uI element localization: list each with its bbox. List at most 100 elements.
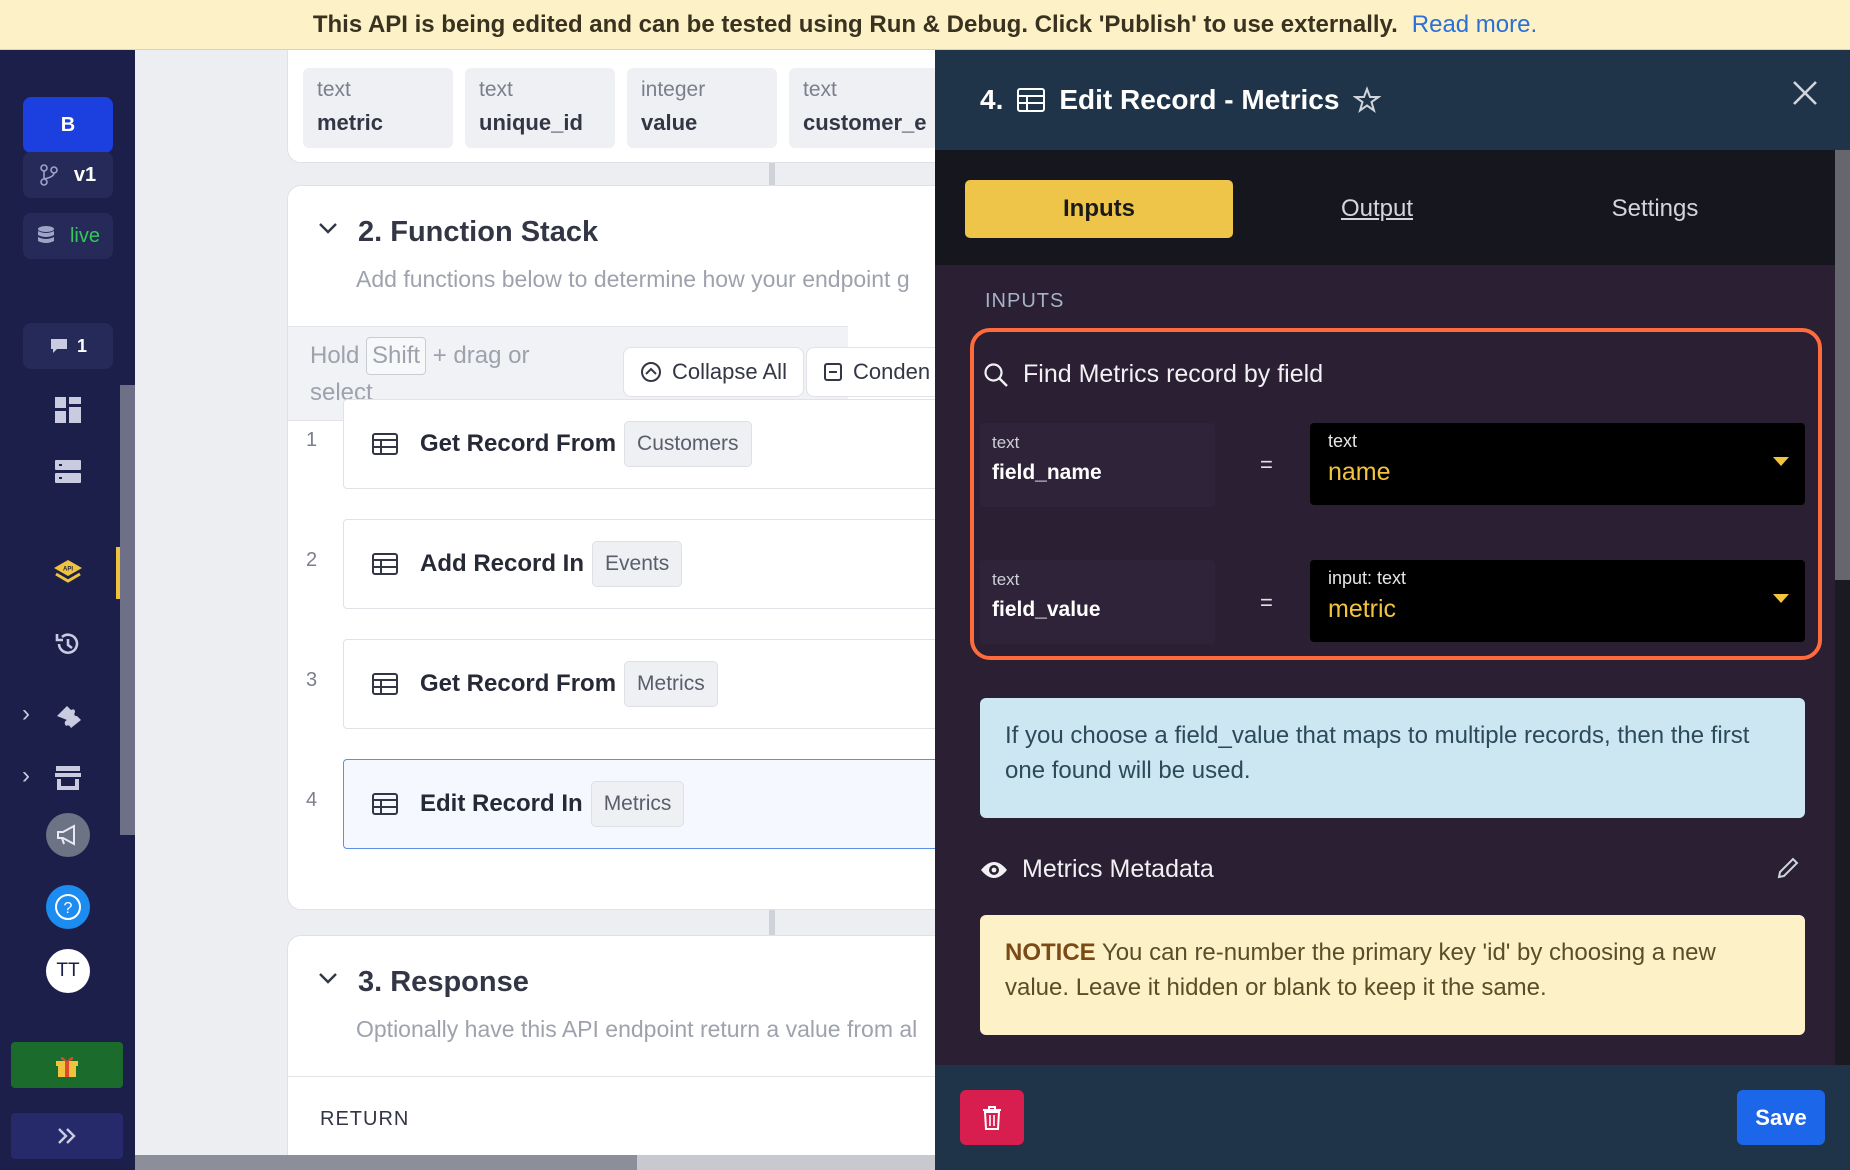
notice-text: You can re-number the primary key 'id' b… <box>1005 939 1716 1001</box>
panel-scrollbar[interactable] <box>1835 150 1850 1065</box>
function-step-selected[interactable]: Edit Record In Metrics <box>343 759 935 849</box>
function-stack-title: 2. Function Stack <box>358 216 599 248</box>
search-icon <box>984 362 1008 387</box>
star-icon[interactable] <box>1353 86 1382 114</box>
step-label: Edit Record In <box>420 790 583 817</box>
datasource-label: live <box>69 224 100 247</box>
panel-footer: Save <box>935 1065 1850 1170</box>
addons-nav[interactable] <box>40 688 96 744</box>
collapse-chevron-icon[interactable] <box>318 966 338 992</box>
condense-label: Conden <box>853 359 931 384</box>
read-more-link[interactable]: Read more. <box>1412 11 1537 39</box>
info-message: If you choose a field_value that maps to… <box>980 698 1805 818</box>
panel-header: 4. Edit Record - Metrics <box>935 50 1850 150</box>
condense-button[interactable]: Conden <box>806 347 935 397</box>
collapse-chevron-icon[interactable] <box>318 216 338 242</box>
history-nav[interactable] <box>40 616 96 672</box>
tab-settings[interactable]: Settings <box>1521 180 1789 238</box>
field-value-select[interactable]: input: text metric <box>1310 560 1805 642</box>
server-icon <box>55 460 81 483</box>
notice-title: NOTICE <box>1005 939 1096 966</box>
collapse-all-label: Collapse All <box>672 359 787 384</box>
step-table-tag[interactable]: Metrics <box>590 781 685 827</box>
api-layers-icon: API <box>54 560 82 583</box>
input-chip[interactable]: text metric <box>303 68 453 148</box>
collapse-circle-icon <box>641 362 661 382</box>
find-record-header: Find Metrics record by field <box>983 360 1323 389</box>
chevron-down-icon <box>1773 457 1789 466</box>
expand-marketplace-arrow[interactable]: › <box>22 762 30 790</box>
datasource-selector[interactable]: live <box>23 213 113 259</box>
input-chip[interactable]: text unique_id <box>465 68 615 148</box>
workspace-initial: B <box>60 113 76 136</box>
input-name: value <box>641 110 698 135</box>
tab-label: Settings <box>1611 195 1699 222</box>
input-type: integer <box>641 78 706 101</box>
table-icon <box>372 553 398 575</box>
scrollbar-thumb[interactable] <box>1835 150 1850 580</box>
step-table-tag[interactable]: Customers <box>624 421 752 467</box>
function-step[interactable]: Get Record From Customers <box>343 399 935 489</box>
branch-selector[interactable]: v1 <box>23 152 113 198</box>
api-nav[interactable]: API <box>40 545 96 601</box>
announcements-button[interactable] <box>40 807 96 863</box>
field-name: field_name <box>992 461 1102 484</box>
database-nav[interactable] <box>40 444 96 500</box>
field-name-select[interactable]: text name <box>1310 423 1805 505</box>
megaphone-icon <box>57 824 75 846</box>
tab-label: Output <box>1340 195 1414 222</box>
field-name-label: text field_name <box>980 423 1215 507</box>
step-table-tag[interactable]: Events <box>592 541 683 587</box>
function-stack-canvas: text metric text unique_id integer value… <box>135 50 935 1170</box>
close-icon[interactable] <box>1790 78 1820 108</box>
trash-icon <box>983 1105 1001 1130</box>
delete-button[interactable] <box>960 1090 1024 1145</box>
step-number: 3 <box>306 669 318 691</box>
function-step[interactable]: Get Record From Metrics <box>343 639 935 729</box>
field-type: text <box>992 433 1020 452</box>
save-label: Save <box>1755 1104 1807 1130</box>
help-button[interactable]: ? <box>40 879 96 935</box>
sidebar-scrollbar[interactable] <box>120 385 135 835</box>
tab-output[interactable]: Output <box>1243 180 1511 238</box>
left-sidebar: B v1 live 1 API › › ? TT <box>0 50 135 1170</box>
step-table-tag[interactable]: Metrics <box>624 661 718 707</box>
gift-icon <box>56 1056 78 1077</box>
step-label: Add Record In <box>420 550 585 577</box>
pencil-icon[interactable] <box>1775 855 1801 881</box>
canvas-horizontal-scrollbar[interactable] <box>135 1155 935 1170</box>
chevron-down-icon <box>1773 594 1789 603</box>
panel-step-number: 4. <box>980 84 1004 115</box>
collapse-all-button[interactable]: Collapse All <box>623 347 804 397</box>
scrollbar-thumb[interactable] <box>135 1155 637 1170</box>
response-title: 3. Response <box>358 966 529 998</box>
edit-mode-banner: This API is being edited and can be test… <box>0 0 1850 50</box>
table-icon <box>372 673 398 695</box>
step-label: Get Record From <box>420 670 617 697</box>
input-chip[interactable]: text customer_e <box>789 68 935 148</box>
function-step[interactable]: Add Record In Events <box>343 519 935 609</box>
user-avatar[interactable]: TT <box>40 943 96 999</box>
input-chip[interactable]: integer value <box>627 68 777 148</box>
tab-inputs[interactable]: Inputs <box>965 180 1233 238</box>
step-label: Get Record From <box>420 430 617 457</box>
workspace-button[interactable]: B <box>23 97 113 153</box>
save-button[interactable]: Save <box>1737 1090 1825 1145</box>
comments-button[interactable]: 1 <box>23 323 113 369</box>
step-number: 2 <box>306 549 318 571</box>
expand-sidebar-button[interactable] <box>11 1113 123 1159</box>
panel-title: Edit Record - Metrics <box>1059 84 1340 115</box>
function-stack-subtitle: Add functions below to determine how you… <box>356 266 910 292</box>
gift-button[interactable] <box>11 1042 123 1088</box>
dashboard-nav[interactable] <box>40 382 96 438</box>
metadata-label: Metrics Metadata <box>1022 855 1214 883</box>
equals-operator: = <box>1260 590 1273 615</box>
expand-addons-arrow[interactable]: › <box>22 700 30 728</box>
input-type: text <box>479 78 513 101</box>
eye-icon[interactable] <box>980 860 1008 880</box>
hint-prefix: Hold <box>310 342 360 369</box>
edit-record-panel: 4. Edit Record - Metrics Inputs Output S… <box>935 50 1850 1170</box>
table-icon <box>372 433 398 455</box>
marketplace-nav[interactable] <box>40 750 96 806</box>
input-name: customer_e <box>803 110 927 135</box>
